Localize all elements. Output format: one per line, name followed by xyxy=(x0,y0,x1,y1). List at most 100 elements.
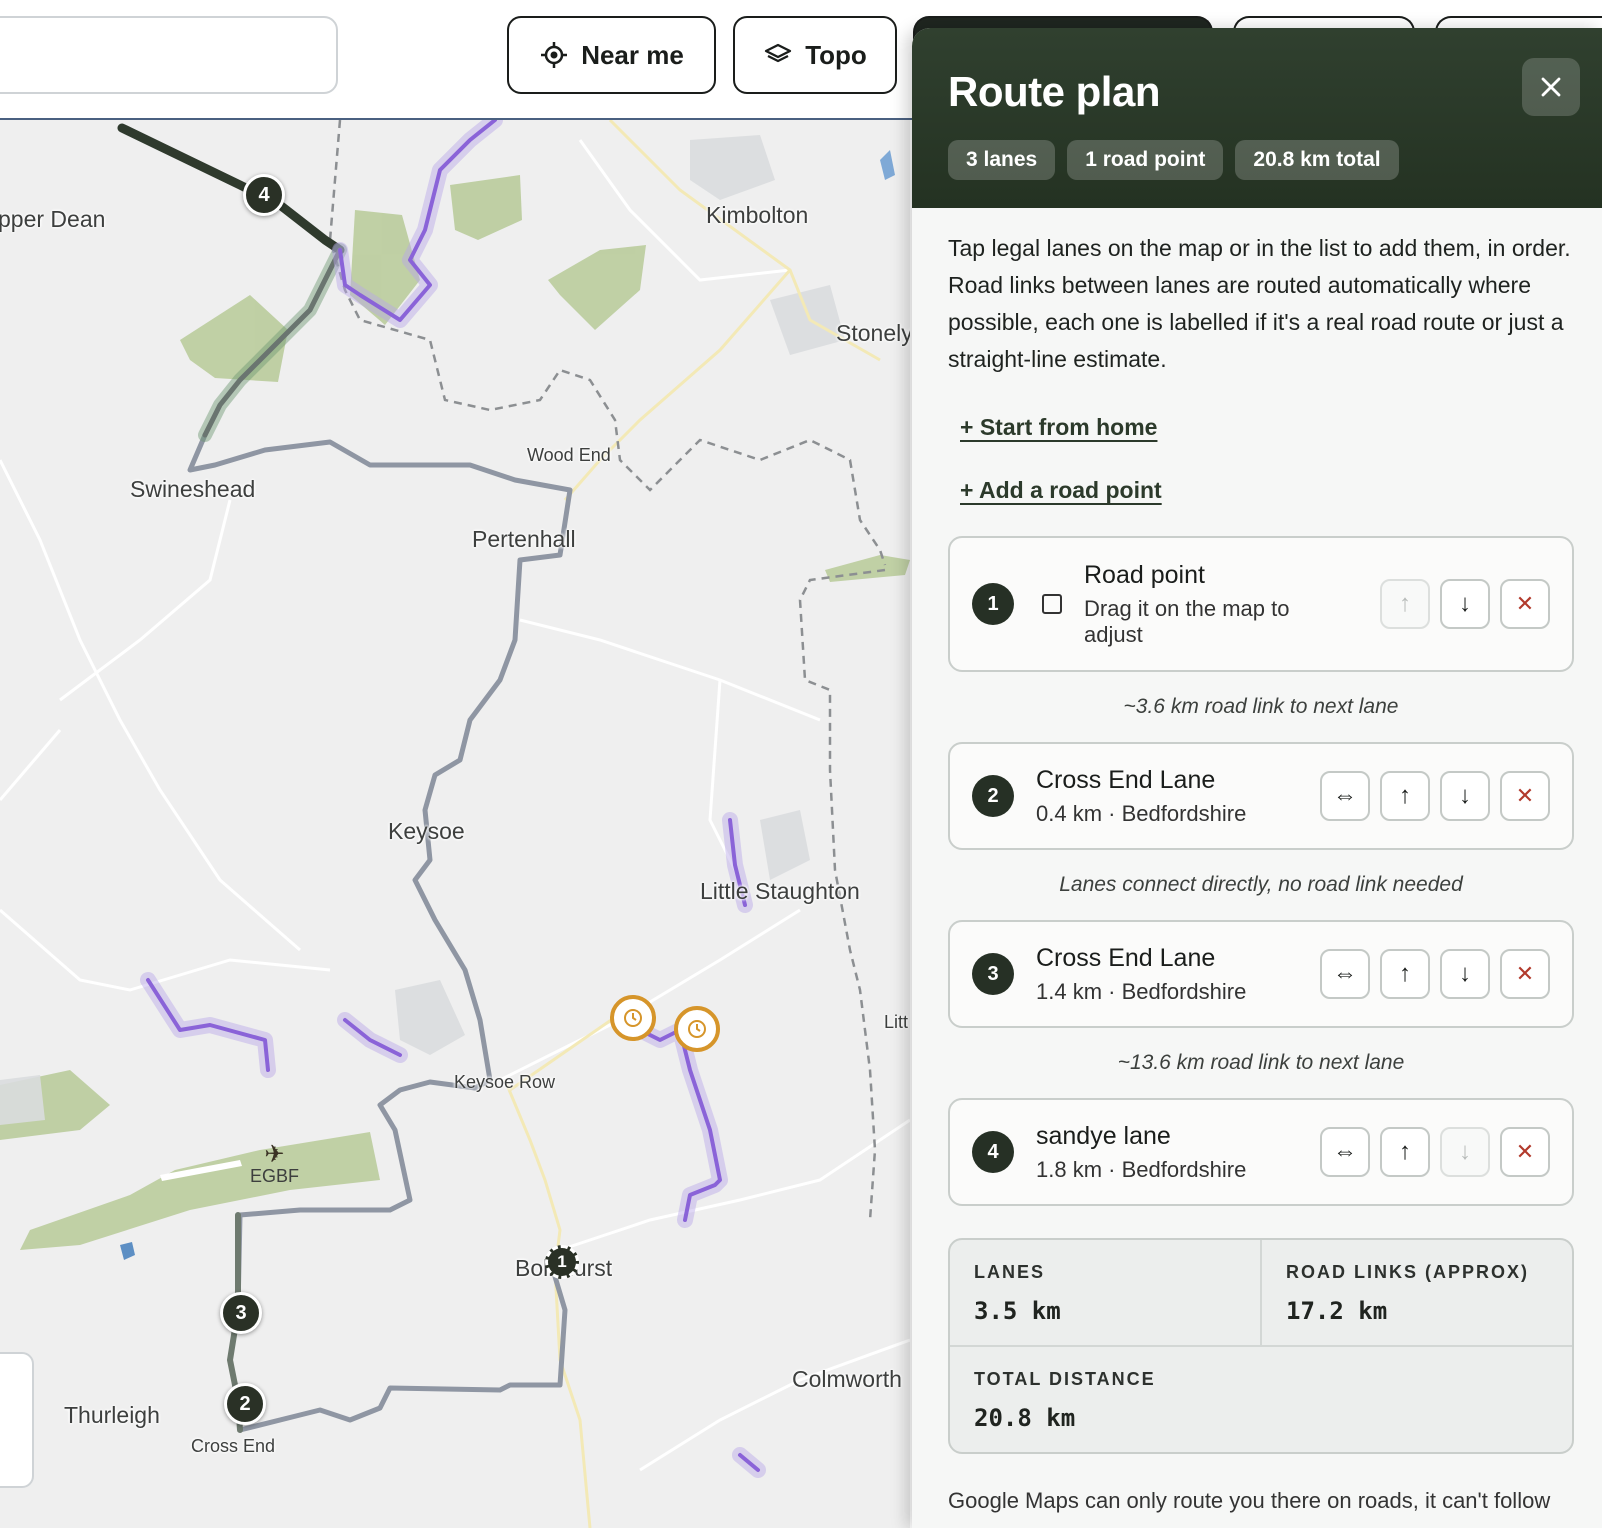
swap-arrows-icon: ⇔ xyxy=(1333,1138,1357,1165)
route-plan-panel: Route plan 3 lanes 1 road point 20.8 km … xyxy=(912,28,1602,1528)
stats-row: LANES 3.5 km ROAD LINKS (APPROX) 17.2 km xyxy=(950,1240,1572,1345)
move-down-button[interactable]: ↓ xyxy=(1440,771,1490,821)
road-point-marker-1[interactable]: 1 xyxy=(545,1245,579,1279)
stat-label: TOTAL DISTANCE xyxy=(974,1369,1156,1389)
stop-actions: ⇔ ↑ ↓ ✕ xyxy=(1320,771,1550,821)
remove-stop-button[interactable]: ✕ xyxy=(1500,579,1550,629)
road-links-stat: ROAD LINKS (APPROX) 17.2 km xyxy=(1260,1240,1572,1345)
swap-arrows-icon: ⇔ xyxy=(1333,960,1357,987)
place-label: Litt xyxy=(884,1012,909,1032)
move-up-button[interactable]: ↑ xyxy=(1380,949,1430,999)
move-up-button[interactable]: ↑ xyxy=(1380,1127,1430,1177)
panel-header: Route plan 3 lanes 1 road point 20.8 km … xyxy=(912,28,1602,208)
reverse-lane-button[interactable]: ⇔ xyxy=(1320,949,1370,999)
road-point-count-chip: 1 road point xyxy=(1067,140,1224,180)
remove-stop-button[interactable]: ✕ xyxy=(1500,771,1550,821)
stop-detail: Drag it on the map to adjust xyxy=(1084,595,1290,647)
total-distance-stat: TOTAL DISTANCE 20.8 km xyxy=(950,1347,1572,1452)
close-icon xyxy=(1541,77,1561,97)
route-stop-item[interactable]: 2 Cross End Lane 0.4 km · Bedfordshire ⇔… xyxy=(948,742,1574,850)
move-down-button[interactable]: ↓ xyxy=(1440,949,1490,999)
panel-body: Tap legal lanes on the map or in the lis… xyxy=(912,208,1602,1514)
stop-text: Cross End Lane 0.4 km · Bedfordshire xyxy=(1036,766,1320,827)
start-from-home-link[interactable]: + Start from home xyxy=(960,414,1157,441)
arrow-up-icon: ↑ xyxy=(1399,782,1411,809)
route-stop-item[interactable]: 3 Cross End Lane 1.4 km · Bedfordshire ⇔… xyxy=(948,920,1574,1028)
move-down-button[interactable]: ↓ xyxy=(1440,579,1490,629)
intro-text: Tap legal lanes on the map or in the lis… xyxy=(948,235,1571,372)
stop-actions: ⇔ ↑ ↓ ✕ xyxy=(1320,949,1550,999)
place-label: Little Staughton xyxy=(700,878,860,904)
stop-name: Road point xyxy=(1084,560,1205,589)
near-me-label: Near me xyxy=(581,39,684,70)
place-label: Keysoe Row xyxy=(454,1072,556,1092)
topo-layer-button[interactable]: Topo xyxy=(733,16,897,94)
stop-number: 2 xyxy=(972,775,1014,817)
reverse-lane-button[interactable]: ⇔ xyxy=(1320,1127,1370,1177)
road-link-note: ~3.6 km road link to next lane xyxy=(1123,695,1399,718)
stat-value: 17.2 km xyxy=(1286,1297,1388,1325)
stop-number: 3 xyxy=(972,953,1014,995)
close-icon: ✕ xyxy=(1515,591,1535,616)
route-stop-item[interactable]: 4 sandye lane 1.8 km · Bedfordshire ⇔ ↑ … xyxy=(948,1098,1574,1206)
distance-summary: LANES 3.5 km ROAD LINKS (APPROX) 17.2 km… xyxy=(948,1238,1574,1454)
airport-label: EGBF xyxy=(250,1166,300,1186)
stop-detail: 1.8 km · Bedfordshire xyxy=(1036,1156,1247,1182)
stat-value: 20.8 km xyxy=(974,1404,1076,1432)
arrow-down-icon: ↓ xyxy=(1459,782,1471,809)
place-label: Cross End xyxy=(191,1436,276,1456)
arrow-down-icon: ↓ xyxy=(1459,1138,1471,1165)
airport-marker[interactable]: ✈ EGBF xyxy=(250,1141,300,1187)
stats-row: TOTAL DISTANCE 20.8 km xyxy=(950,1345,1572,1452)
stop-actions: ⇔ ↑ ↓ ✕ xyxy=(1320,1127,1550,1177)
stop-name: Cross End Lane xyxy=(1036,765,1216,794)
place-label: Stonely xyxy=(836,320,910,346)
route-marker-2[interactable]: 2 xyxy=(224,1383,266,1425)
add-road-point-link[interactable]: + Add a road point xyxy=(960,477,1162,504)
locate-icon xyxy=(541,42,568,68)
layers-icon xyxy=(765,43,792,63)
stop-number: 4 xyxy=(972,1131,1014,1173)
place-label: Kimbolton xyxy=(706,202,809,228)
lanes-count-chip: 3 lanes xyxy=(948,140,1056,180)
arrow-up-icon: ↑ xyxy=(1399,590,1411,617)
app-page: Near me Topo pper Dean Kimbolton Stonely… xyxy=(0,0,1602,1528)
clock-icon[interactable] xyxy=(610,995,656,1041)
total-distance-chip: 20.8 km total xyxy=(1235,140,1399,180)
google-maps-note: Google Maps can only route you there on … xyxy=(948,1488,1551,1513)
route-stop-item[interactable]: 1 Road point Drag it on the map to adjus… xyxy=(948,536,1574,672)
move-up-button[interactable]: ↑ xyxy=(1380,771,1430,821)
near-me-button[interactable]: Near me xyxy=(507,16,716,94)
place-label: Pertenhall xyxy=(472,526,576,552)
clock-icon[interactable] xyxy=(674,1006,720,1052)
reverse-lane-button[interactable]: ⇔ xyxy=(1320,771,1370,821)
remove-stop-button[interactable]: ✕ xyxy=(1500,1127,1550,1177)
arrow-up-icon: ↑ xyxy=(1399,1138,1411,1165)
move-down-button[interactable]: ↓ xyxy=(1440,1127,1490,1177)
close-button[interactable] xyxy=(1522,58,1580,116)
close-icon: ✕ xyxy=(1515,1139,1535,1164)
place-label: Thurleigh xyxy=(64,1402,160,1428)
move-up-button[interactable]: ↑ xyxy=(1380,579,1430,629)
stop-detail: 0.4 km · Bedfordshire xyxy=(1036,800,1247,826)
route-marker-3[interactable]: 3 xyxy=(220,1292,262,1334)
map-zoom-control[interactable] xyxy=(0,1352,34,1488)
airplane-icon: ✈ xyxy=(264,1141,285,1168)
summary-chips: 3 lanes 1 road point 20.8 km total xyxy=(948,140,1566,180)
map-view[interactable]: pper Dean Kimbolton Stonely Wood End Swi… xyxy=(0,120,910,1528)
stop-text: Cross End Lane 1.4 km · Bedfordshire xyxy=(1036,944,1320,1005)
arrow-down-icon: ↓ xyxy=(1459,590,1471,617)
road-point-checkbox[interactable] xyxy=(1042,594,1062,614)
remove-stop-button[interactable]: ✕ xyxy=(1500,949,1550,999)
lanes-stat: LANES 3.5 km xyxy=(950,1240,1260,1345)
search-input[interactable] xyxy=(0,16,338,94)
route-marker-4[interactable]: 4 xyxy=(243,174,285,216)
stop-actions: ↑ ↓ ✕ xyxy=(1380,579,1550,629)
stop-detail: 1.4 km · Bedfordshire xyxy=(1036,978,1247,1004)
topo-label: Topo xyxy=(805,39,867,70)
place-label: Swineshead xyxy=(130,476,256,502)
close-icon: ✕ xyxy=(1515,783,1535,808)
stop-text: sandye lane 1.8 km · Bedfordshire xyxy=(1036,1122,1320,1183)
close-icon: ✕ xyxy=(1515,961,1535,986)
place-label: Colmworth xyxy=(792,1366,902,1392)
